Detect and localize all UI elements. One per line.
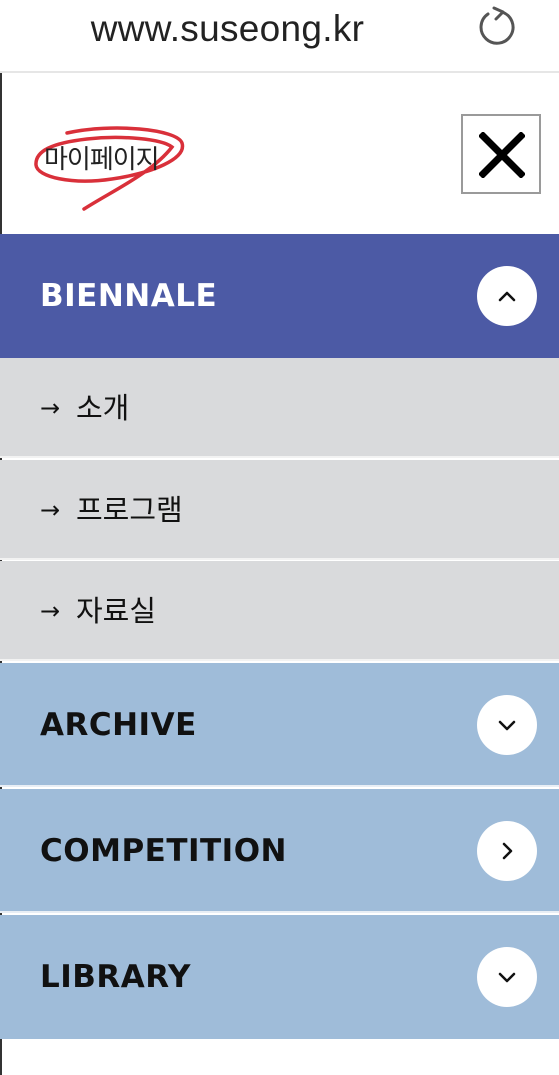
submenu-item-program[interactable]: → 프로그램 <box>0 460 559 560</box>
menu-category-biennale[interactable]: BIENNALE <box>0 234 559 358</box>
submenu-label: 자료실 <box>76 594 157 628</box>
reload-icon[interactable] <box>474 5 518 49</box>
close-icon <box>479 132 525 178</box>
arrow-right-icon: → <box>40 394 61 422</box>
category-label: BIENNALE <box>40 278 218 314</box>
menu-category-competition[interactable]: COMPETITION <box>0 789 559 913</box>
chevron-right-icon[interactable] <box>477 821 537 881</box>
url-text[interactable]: www.suseong.kr <box>0 8 455 50</box>
submenu-item-archive-room[interactable]: → 자료실 <box>0 561 559 661</box>
chevron-down-icon[interactable] <box>477 947 537 1007</box>
close-menu-button[interactable] <box>461 114 541 194</box>
chevron-down-icon[interactable] <box>477 695 537 755</box>
mypage-label: 마이페이지 <box>44 145 160 175</box>
submenu-label: 프로그램 <box>76 493 183 527</box>
mypage-link[interactable]: 마이페이지 <box>32 121 192 211</box>
category-label: LIBRARY <box>40 959 191 995</box>
menu-category-library[interactable]: LIBRARY <box>0 915 559 1039</box>
arrow-right-icon: → <box>40 496 61 524</box>
category-label: COMPETITION <box>40 833 288 869</box>
submenu-item-intro[interactable]: → 소개 <box>0 358 559 458</box>
submenu-label: 소개 <box>76 391 130 425</box>
category-label: ARCHIVE <box>40 707 197 743</box>
menu-category-archive[interactable]: ARCHIVE <box>0 663 559 787</box>
chevron-up-icon[interactable] <box>477 266 537 326</box>
arrow-right-icon: → <box>40 597 61 625</box>
browser-url-bar: www.suseong.kr <box>0 0 559 73</box>
